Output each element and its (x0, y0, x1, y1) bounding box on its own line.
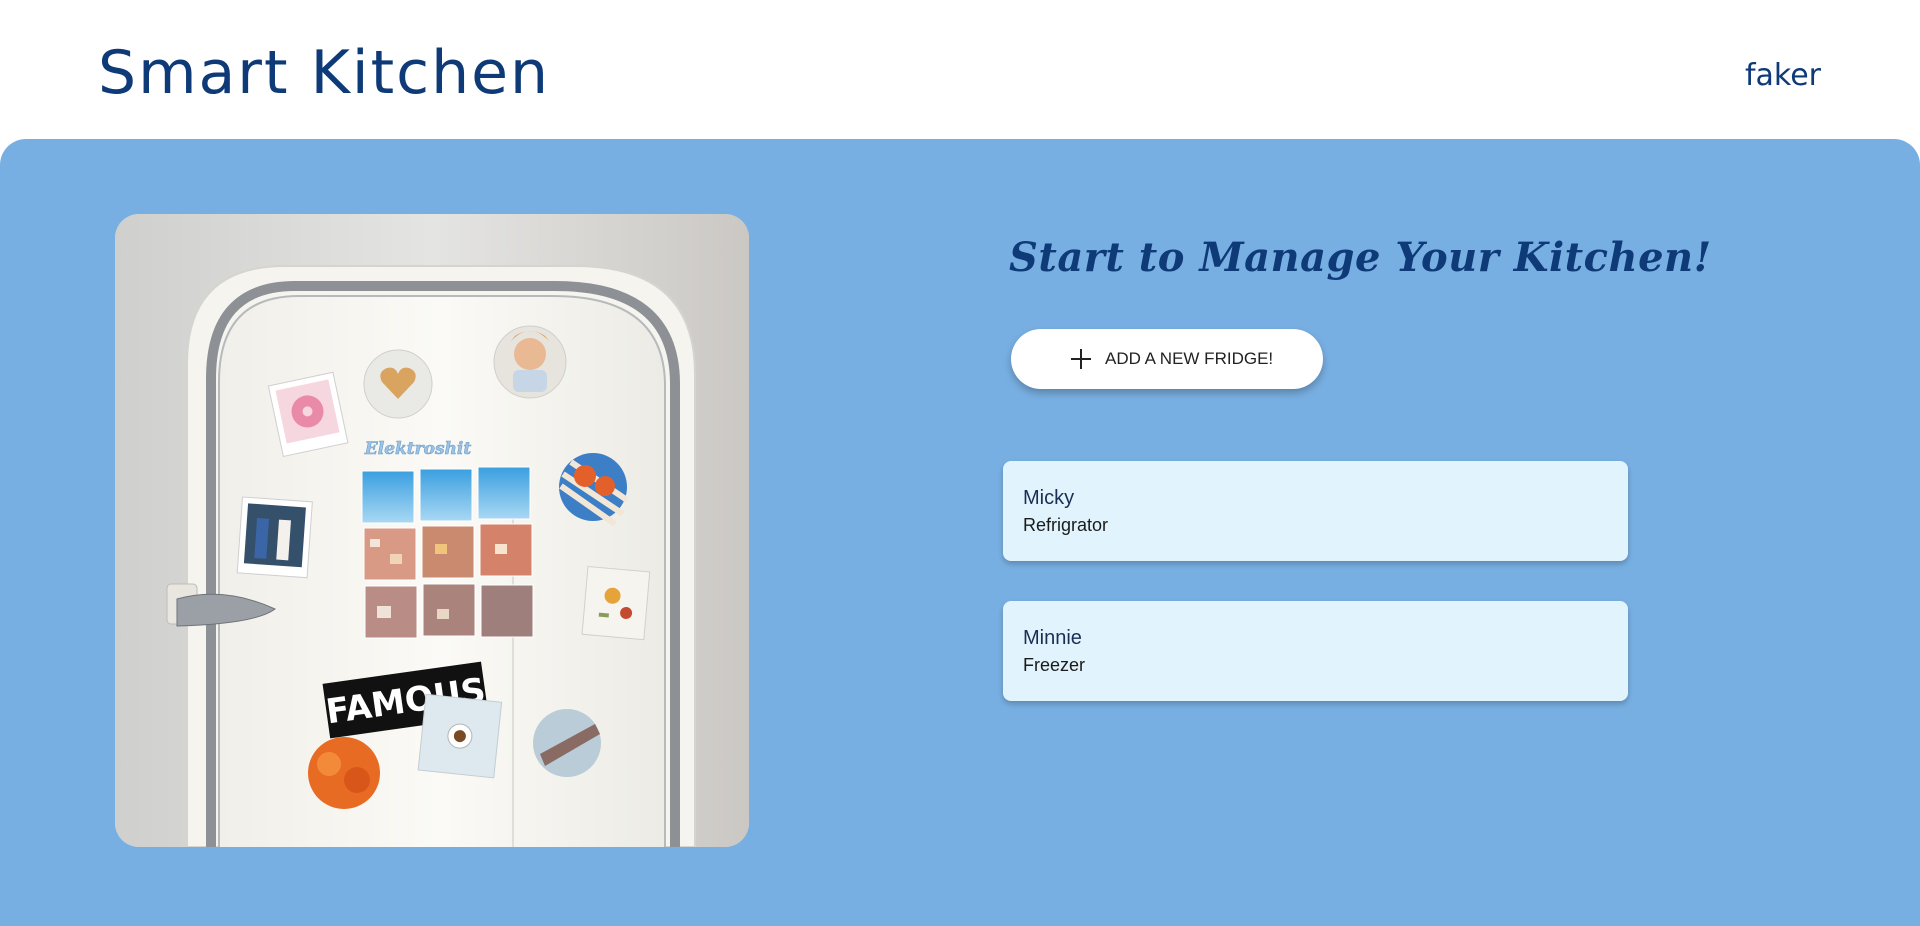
main-panel: Elektroshit FAMOUS Start to Manage Your … (0, 139, 1920, 926)
brand-sticker-text: Elektroshit (364, 439, 472, 459)
header: Smart Kitchen faker (0, 0, 1920, 140)
add-fridge-label: ADD A NEW FRIDGE! (1105, 349, 1274, 368)
fridge-type: Freezer (1023, 655, 1086, 675)
app-title: Smart Kitchen (98, 38, 551, 108)
fridge-hero-image: Elektroshit FAMOUS (115, 214, 749, 847)
fridge-name: Micky (1023, 487, 1075, 509)
user-menu-link[interactable]: faker (1745, 58, 1821, 93)
fridge-card-micky[interactable]: Micky Refrigrator (1003, 461, 1628, 561)
fridge-card-minnie[interactable]: Minnie Freezer (1003, 601, 1628, 701)
page-headline: Start to Manage Your Kitchen! (1009, 234, 1712, 281)
add-fridge-button[interactable]: ADD A NEW FRIDGE! (1011, 329, 1323, 389)
fridge-type: Refrigrator (1023, 515, 1109, 535)
plus-icon (1069, 347, 1093, 371)
fridge-name: Minnie (1023, 627, 1082, 649)
